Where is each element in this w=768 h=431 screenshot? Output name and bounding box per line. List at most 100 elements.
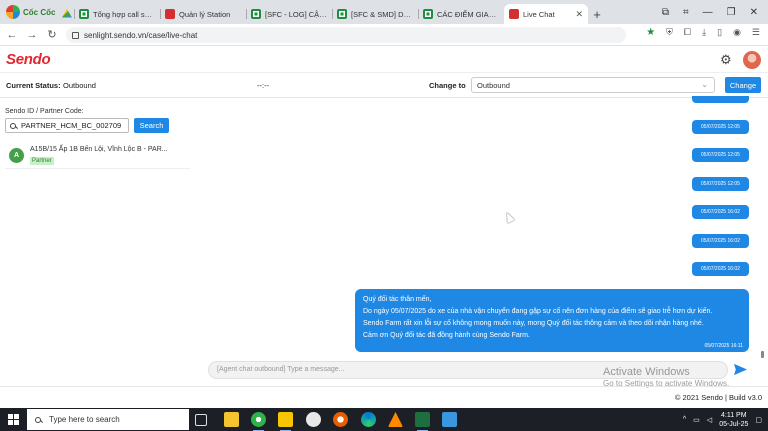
tab-cac-diem-giao-tra[interactable]: CÁC ĐIỂM GIAO TRẢ: [418, 4, 504, 24]
new-tab-button[interactable]: +: [588, 4, 606, 24]
sheets-icon: [79, 9, 89, 19]
bookmark-star-icon[interactable]: ★: [646, 27, 655, 38]
tab-label: [SFC - LOG] CẬP NHẬ: [265, 9, 327, 19]
browser-brand[interactable]: Cốc Cốc: [0, 0, 60, 24]
current-status-label: Current Status:: [6, 81, 61, 90]
list-item[interactable]: A A15B/15 Ấp 1B Bến Lội, Vĩnh Lộc B - PA…: [5, 143, 190, 169]
status-row: Current Status: Outbound --:-- Change to…: [0, 74, 768, 98]
message-time: 05/07/2025 16:02: [701, 266, 740, 272]
change-button[interactable]: Change: [725, 77, 761, 93]
windows-start-icon[interactable]: [8, 414, 19, 425]
partner-code-input[interactable]: PARTNER_HCM_BC_002709: [5, 118, 129, 133]
message-time: 05/07/2025 16:02: [701, 238, 740, 244]
send-icon[interactable]: [733, 362, 748, 377]
account-icon[interactable]: ◉: [733, 27, 741, 38]
forward-icon[interactable]: →: [22, 29, 42, 41]
clock-date: 05-Jul-25: [719, 420, 749, 428]
network-icon[interactable]: ▭: [693, 416, 700, 424]
message-line: Cảm ơn Quý đối tác đã đồng hành cùng Sen…: [363, 332, 530, 339]
conversation-title: A15B/15 Ấp 1B Bến Lội, Vĩnh Lộc B - PAR.…: [30, 146, 168, 153]
status-select-value: Outbound: [477, 81, 510, 90]
minimize-icon[interactable]: —: [703, 7, 713, 18]
close-window-icon[interactable]: ✕: [750, 7, 758, 18]
sendo-icon: [509, 9, 519, 19]
file-explorer-icon[interactable]: [224, 412, 239, 427]
sendo-logo[interactable]: Sendo: [6, 51, 51, 68]
chat-message: 05/07/2025 12:05: [692, 177, 749, 191]
search-button[interactable]: Search: [134, 118, 169, 133]
chat-message: 05/07/2025 16:02: [692, 262, 749, 276]
message-time: 05/07/2025 12:05: [701, 181, 740, 187]
tab-label: CÁC ĐIỂM GIAO TRẢ: [437, 9, 499, 19]
clock-time: 4:11 PM: [721, 411, 747, 419]
app-footer: © 2021 Sendo | Build v3.0: [0, 386, 768, 408]
message-line: Quý đối tác thân mến,: [363, 296, 432, 303]
url-text: senlight.sendo.vn/case/live-chat: [84, 30, 198, 40]
app-icon[interactable]: [388, 412, 403, 427]
edge-icon[interactable]: [361, 412, 376, 427]
extensions-icon[interactable]: ⧠: [684, 27, 691, 38]
tab-quan-ly-station[interactable]: Quản lý Station: [160, 4, 246, 24]
address-bar: ← → ↻ senlight.sendo.vn/case/live-chat ★…: [0, 24, 768, 46]
tab-label: [SFC & SMD] Danh: [351, 9, 413, 19]
tab-sfc-log[interactable]: [SFC - LOG] CẬP NHẬ: [246, 4, 332, 24]
maximize-icon[interactable]: ❐: [727, 7, 736, 18]
chevron-down-icon: ⌄: [701, 80, 708, 89]
sticky-notes-icon[interactable]: [278, 412, 293, 431]
tab-sfc-smd[interactable]: [SFC & SMD] Danh: [332, 4, 418, 24]
chat-message-main: Quý đối tác thân mến, Do ngày 05/07/2025…: [355, 289, 749, 352]
taskbar-search[interactable]: Type here to search: [27, 409, 189, 430]
coccoc-logo-icon: [6, 5, 20, 19]
search-icon: [10, 122, 16, 129]
app-icon[interactable]: [442, 412, 457, 427]
message-line: Sendo Farm rất xin lỗi sự cố không mong …: [363, 320, 704, 327]
app-icon[interactable]: [333, 412, 348, 427]
url-field[interactable]: senlight.sendo.vn/case/live-chat: [66, 27, 626, 43]
screenshot-icon[interactable]: ⧉: [662, 7, 669, 18]
drive-icon: [62, 9, 72, 18]
message-time: 05/07/2025 16:11: [704, 343, 743, 349]
task-view-icon[interactable]: [195, 414, 207, 426]
status-select[interactable]: Outbound ⌄: [471, 77, 715, 93]
browser-brand-label: Cốc Cốc: [23, 7, 56, 17]
chat-message: 05/07/2025 12:05: [692, 120, 749, 134]
excel-icon[interactable]: [415, 412, 430, 431]
app-icon[interactable]: [306, 412, 321, 427]
current-status-value: Outbound: [63, 81, 96, 90]
chevron-up-icon[interactable]: ^: [683, 416, 686, 423]
menu-icon[interactable]: ☰: [752, 27, 760, 38]
message-time: 05/07/2025 16:02: [701, 209, 740, 215]
notification-icon[interactable]: ▢: [755, 416, 762, 424]
gear-icon[interactable]: ⚙: [720, 52, 732, 68]
tab-label: Quản lý Station: [179, 9, 231, 19]
volume-icon[interactable]: ◁: [707, 416, 712, 424]
sheets-icon: [251, 9, 261, 19]
coccoc-browser-icon[interactable]: [251, 412, 266, 431]
chat-scrollbar[interactable]: [761, 351, 764, 358]
taskbar-clock[interactable]: 4:11 PM 05-Jul-25: [719, 411, 748, 429]
sheets-icon: [423, 9, 433, 19]
chat-message: 05/07/2025 16:02: [692, 234, 749, 248]
tab-drive[interactable]: [60, 4, 74, 24]
sendo-icon: [165, 9, 175, 19]
chat-message: [692, 96, 749, 103]
tab-call-script[interactable]: Tổng hợp call script: [74, 4, 160, 24]
profile-icon[interactable]: ⌗: [683, 7, 689, 18]
partner-badge: Partner: [30, 157, 54, 165]
shield-icon[interactable]: ⛨: [666, 27, 673, 38]
avatar[interactable]: [743, 51, 761, 69]
back-icon[interactable]: ←: [2, 29, 22, 41]
reload-icon[interactable]: ↻: [42, 28, 62, 41]
tab-label: Live Chat: [523, 9, 555, 19]
download-icon[interactable]: ⤓: [702, 27, 706, 38]
close-icon[interactable]: ✕: [575, 9, 583, 20]
lock-icon: [72, 31, 79, 39]
sidebar-icon[interactable]: ▯: [717, 27, 722, 38]
chat-message: 05/07/2025 16:02: [692, 205, 749, 219]
watermark-title: Activate Windows: [603, 366, 690, 378]
search-icon: [35, 416, 41, 423]
partner-code-value: PARTNER_HCM_BC_002709: [21, 121, 122, 130]
tab-live-chat[interactable]: Live Chat ✕: [504, 4, 588, 24]
sheets-icon: [337, 9, 347, 19]
windows-taskbar: Type here to search ^ ▭ ◁ 4:11 PM 05-Jul…: [0, 408, 768, 431]
